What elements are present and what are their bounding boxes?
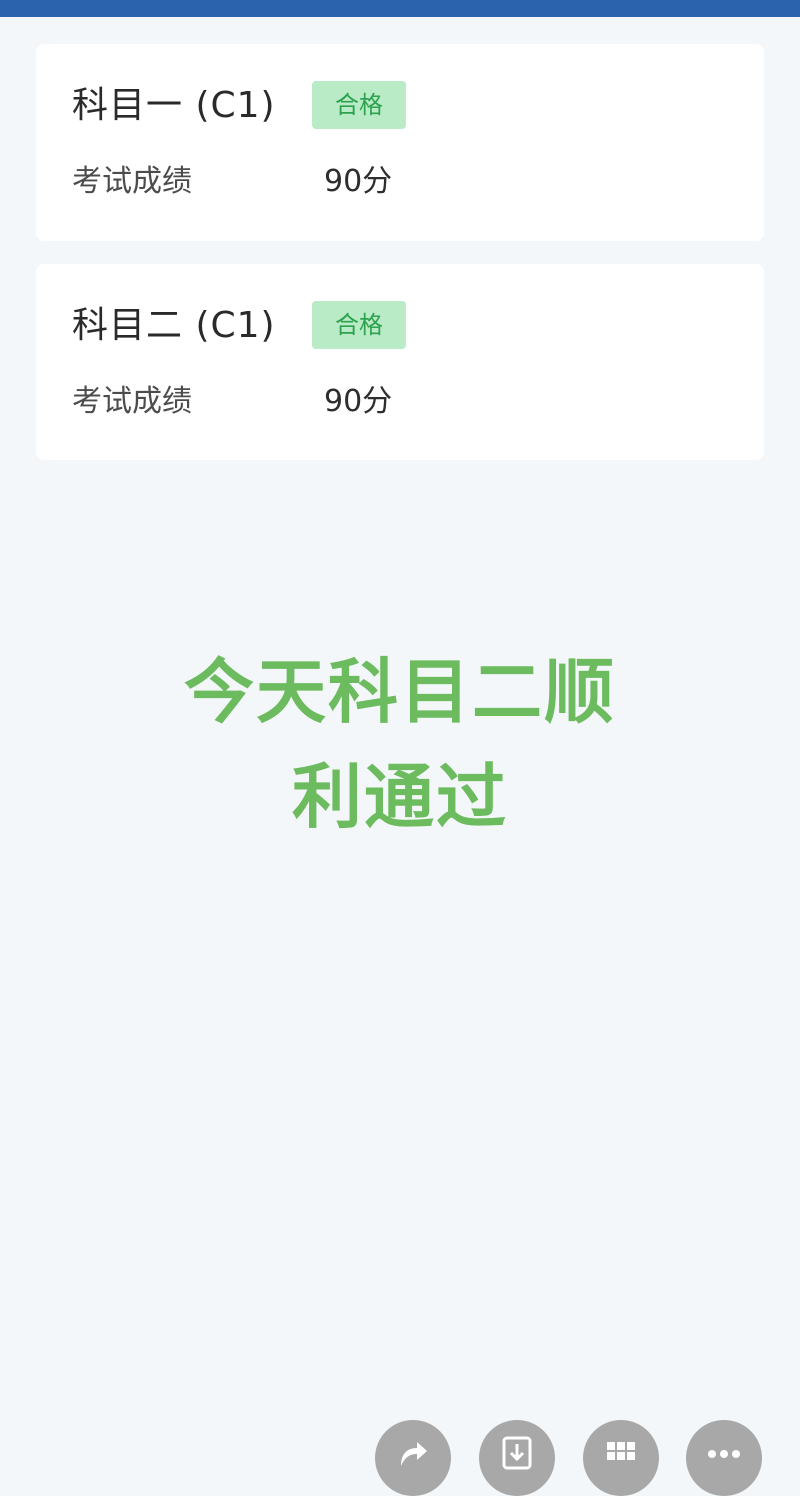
- top-app-bar: [0, 0, 800, 17]
- download-icon: [502, 1436, 532, 1470]
- score-value: 90分: [324, 384, 393, 419]
- status-badge: 合格: [312, 81, 406, 129]
- subject-title: 科目一 (C1): [72, 85, 276, 126]
- grid-icon: [607, 1442, 635, 1460]
- status-badge: 合格: [312, 301, 406, 349]
- score-label: 考试成绩: [72, 384, 192, 419]
- share-icon: [401, 1442, 427, 1466]
- subject-title: 科目二 (C1): [72, 305, 276, 346]
- score-label: 考试成绩: [72, 164, 192, 199]
- score-value: 90分: [324, 164, 393, 199]
- share-button[interactable]: [375, 1420, 451, 1496]
- grid-button[interactable]: [583, 1420, 659, 1496]
- more-button[interactable]: [686, 1420, 762, 1496]
- exam-result-card: 科目一 (C1) 合格 考试成绩 90分: [36, 44, 764, 241]
- download-button[interactable]: [479, 1420, 555, 1496]
- more-icon: [708, 1450, 740, 1458]
- exam-result-card: 科目二 (C1) 合格 考试成绩 90分: [36, 264, 764, 460]
- overlay-headline: 今天科目二顺利通过: [184, 651, 616, 838]
